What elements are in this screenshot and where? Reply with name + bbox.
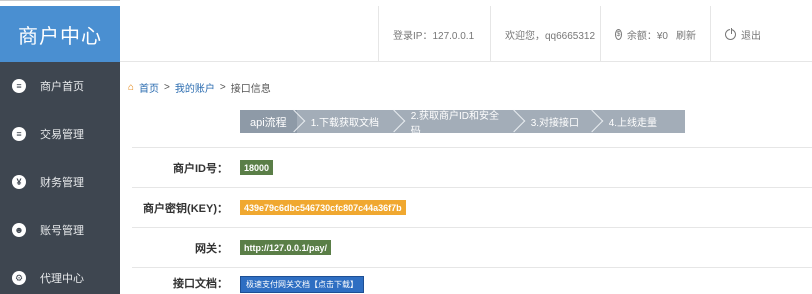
merchant-key-value: 439e79c6dbc546730cfc807c44a36f7b [240,200,406,215]
step-get-merchant-id: 2.获取商户ID和安全码 [397,109,526,137]
home-icon: ⌂ [128,82,135,93]
sidebar-item-home[interactable]: ≡ 商户首页 [0,62,120,110]
logout-button[interactable]: 退出 [710,6,812,62]
merchant-key-label: 商户密钥(KEY)： [143,203,228,215]
sidebar-nav: ≡ 商户首页 ≡ 交易管理 ¥ 财务管理 ☻ 账号管理 ⚙ 代理中心 [0,62,120,294]
user-icon: ☻ [12,223,26,237]
step-label: 2.获取商户ID和安全码 [410,110,500,137]
brand-title: 商户中心 [0,6,120,62]
list-icon: ≡ [12,79,26,93]
breadcrumb-home[interactable]: 首页 [139,80,159,95]
breadcrumb-account[interactable]: 我的账户 [175,80,215,95]
gear-icon: ⚙ [12,271,26,285]
welcome-text: 欢迎您，qq6665312 [490,6,600,62]
sidebar-item-label: 交易管理 [40,129,84,141]
gateway-value: http://127.0.0.1/pay/ [240,240,332,255]
merchant-id-row: 商户ID号： 18000 [132,147,812,187]
download-docs-button[interactable]: 极速支付网关文档【点击下载】 [240,276,364,293]
docs-label: 接口文档： [173,278,228,290]
merchant-id-label: 商户ID号： [173,163,228,175]
sidebar-item-label: 财务管理 [40,177,84,189]
docs-row: 接口文档： 极速支付网关文档【点击下载】 [132,267,812,294]
list-icon: ≡ [12,127,26,141]
balance-text: 余额：¥0 [626,30,668,42]
sidebar-item-label: 代理中心 [40,273,84,285]
sidebar-item-agent[interactable]: ⚙ 代理中心 [0,254,120,294]
power-icon [725,27,736,40]
step-label: 4.上线走量 [608,118,658,129]
yen-icon: ¥ [12,175,26,189]
logout-label: 退出 [741,30,761,42]
api-steps-bar: api流程 1.下载获取文档 2.获取商户ID和安全码 3.对接接口 4.上线走… [240,109,685,137]
breadcrumb-separator: > [219,82,226,93]
sidebar-item-label: 账号管理 [40,225,84,237]
step-go-live: 4.上线走量 [595,110,685,133]
refresh-link[interactable]: 刷新 [676,27,696,42]
step-label: api流程 [250,116,287,129]
gateway-row: 网关： http://127.0.0.1/pay/ [132,227,812,267]
step-label: 3.对接接口 [530,118,580,129]
merchant-key-row: 商户密钥(KEY)： 439e79c6dbc546730cfc807c44a36… [132,187,812,227]
sidebar-item-account[interactable]: ☻ 账号管理 [0,206,120,254]
sidebar-item-finance[interactable]: ¥ 财务管理 [0,158,120,206]
sidebar-item-transactions[interactable]: ≡ 交易管理 [0,110,120,158]
step-label: 1.下载获取文档 [310,118,380,129]
merchant-id-value: 18000 [240,160,274,175]
step-download-docs: 1.下载获取文档 [297,109,406,133]
sidebar-item-label: 商户首页 [40,81,84,93]
sidebar: 商户中心 ≡ 商户首页 ≡ 交易管理 ¥ 财务管理 ☻ 账号管理 ⚙ 代理中心 [0,6,120,294]
dollar-coin-icon: $ [615,28,622,40]
login-ip-text: 登录IP：127.0.0.1 [378,6,490,62]
breadcrumb-current: 接口信息 [230,84,271,95]
breadcrumb-separator: > [164,82,170,93]
balance-area: $ 余额：¥0 刷新 [600,6,710,62]
top-header: 登录IP：127.0.0.1 欢迎您，qq6665312 $ 余额：¥0 刷新 … [120,6,812,62]
gateway-label: 网关： [195,243,228,255]
step-integrate: 3.对接接口 [517,109,604,133]
breadcrumb: ⌂ 首页 > 我的账户 > 接口信息 [128,80,271,95]
step-api-flow: api流程 [240,109,306,133]
